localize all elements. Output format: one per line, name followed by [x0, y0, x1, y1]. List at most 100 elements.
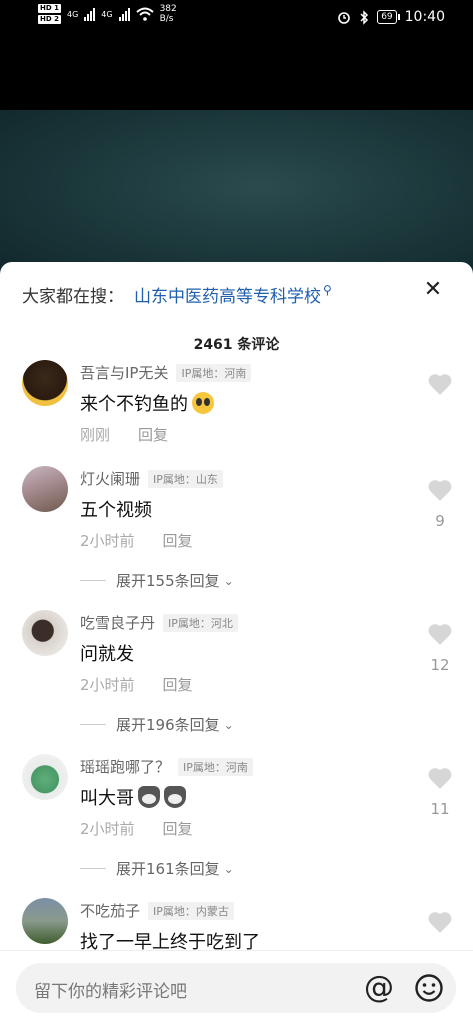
- heart-icon: [428, 912, 452, 933]
- avatar[interactable]: [22, 610, 68, 656]
- avatar[interactable]: [22, 898, 68, 944]
- like-button[interactable]: [427, 910, 453, 938]
- heart-icon: [428, 480, 452, 501]
- username[interactable]: 吃雪良子丹: [80, 612, 155, 633]
- reply-button[interactable]: 回复: [163, 818, 193, 839]
- ip-location: IP属地：河北: [163, 613, 238, 632]
- ip-location: IP属地：河南: [176, 363, 252, 382]
- reply-button[interactable]: 回复: [163, 530, 193, 551]
- close-icon[interactable]: ✕: [419, 276, 447, 304]
- hd2-badge: HD 2: [38, 15, 61, 24]
- video-top-bar: [0, 36, 473, 110]
- username[interactable]: 不吃茄子: [80, 900, 140, 921]
- search-suggestion-link[interactable]: 山东中医药高等专科学校: [134, 282, 321, 307]
- like-count: 12: [430, 656, 450, 674]
- comment-text: 问就发: [80, 644, 134, 665]
- ip-location: IP属地：河南: [178, 757, 253, 776]
- like-button[interactable]: 9: [427, 478, 453, 530]
- avatar[interactable]: [22, 754, 68, 800]
- divider: [80, 580, 106, 581]
- video-player[interactable]: [0, 110, 473, 280]
- comment-text-row: 五个视频: [80, 496, 152, 522]
- comment-text-row: 叫大哥: [80, 784, 186, 810]
- like-button[interactable]: 11: [427, 766, 453, 818]
- comment-header: 瑶瑶跑哪了？ IP属地：河南: [80, 756, 253, 777]
- like-count: 9: [435, 512, 445, 530]
- dog-face-icon: [164, 786, 186, 808]
- status-bar: HD 1 HD 2 4G 4G 382 B/s 69 10:40: [0, 0, 473, 36]
- comment-input-bar: 留下你的精彩评论吧 @: [0, 950, 473, 1025]
- comment-header: 灯火阑珊 IP属地：山东: [80, 468, 223, 489]
- chevron-down-icon: ⌄: [223, 861, 234, 876]
- ip-location: IP属地：内蒙古: [148, 901, 234, 920]
- comment-text: 来个不钓鱼的: [80, 394, 188, 415]
- heart-icon: [428, 374, 452, 395]
- comment-item: 吃雪良子丹 IP属地：河北 问就发 2小时前 回复 展开196条回复 ⌄ 12: [0, 608, 473, 752]
- like-button[interactable]: 12: [427, 622, 453, 674]
- comment-header: 不吃茄子 IP属地：内蒙古: [80, 900, 234, 921]
- like-button[interactable]: [427, 372, 453, 400]
- comment-list: 吾言与IP无关 IP属地：河南 来个不钓鱼的 刚刚 回复 灯火阑珊 IP属地：山…: [0, 358, 473, 1024]
- status-left: HD 1 HD 2 4G 4G 382 B/s: [38, 4, 177, 24]
- username[interactable]: 瑶瑶跑哪了？: [80, 756, 170, 777]
- crying-face-icon: [192, 392, 214, 414]
- signal-icon: [84, 7, 96, 21]
- comment-meta: 2小时前 回复: [80, 674, 193, 695]
- like-count: 11: [430, 800, 450, 818]
- wifi-icon: [135, 7, 154, 21]
- comment-text: 五个视频: [80, 500, 152, 521]
- alarm-icon: [338, 12, 350, 24]
- comment-meta: 2小时前 回复: [80, 818, 193, 839]
- hd-indicators: HD 1 HD 2: [38, 4, 61, 24]
- hd1-badge: HD 1: [38, 4, 61, 13]
- avatar[interactable]: [22, 360, 68, 406]
- username[interactable]: 灯火阑珊: [80, 468, 140, 489]
- expand-replies-button[interactable]: 展开155条回复 ⌄: [80, 570, 234, 591]
- emoji-icon[interactable]: [414, 973, 444, 1003]
- ip-location: IP属地：山东: [148, 469, 223, 488]
- divider: [80, 868, 106, 869]
- status-right: 69 10:40: [337, 9, 445, 25]
- speed-value: 382: [159, 4, 177, 14]
- comment-input[interactable]: 留下你的精彩评论吧 @: [16, 963, 456, 1013]
- divider: [80, 724, 106, 725]
- expand-replies-button[interactable]: 展开161条回复 ⌄: [80, 858, 234, 879]
- trending-search: 大家都在搜： 山东中医药高等专科学校 ⚲: [22, 282, 332, 308]
- heart-icon: [428, 624, 452, 645]
- signal-icon-2: [118, 7, 130, 21]
- reply-button[interactable]: 回复: [163, 674, 193, 695]
- comment-count: 2461 条评论: [193, 337, 280, 353]
- expand-replies-button[interactable]: 展开196条回复 ⌄: [80, 714, 234, 735]
- comment-header: 吾言与IP无关 IP属地：河南: [80, 362, 252, 383]
- comment-header: 吃雪良子丹 IP属地：河北: [80, 612, 238, 633]
- network-speed: 382 B/s: [160, 4, 177, 24]
- network-type-2: 4G: [101, 9, 113, 19]
- comment-text-row: 来个不钓鱼的: [80, 390, 214, 416]
- comment-text-row: 问就发: [80, 640, 134, 666]
- comment-item: 灯火阑珊 IP属地：山东 五个视频 2小时前 回复 展开155条回复 ⌄ 9: [0, 464, 473, 608]
- heart-icon: [428, 768, 452, 789]
- reply-button[interactable]: 回复: [138, 424, 168, 445]
- comment-meta: 刚刚 回复: [80, 424, 168, 445]
- network-type-1: 4G: [66, 9, 79, 19]
- chevron-down-icon: ⌄: [223, 573, 234, 588]
- comments-sheet: 大家都在搜： 山东中医药高等专科学校 ⚲ ✕ 2461 条评论 吾言与IP无关 …: [0, 262, 473, 1024]
- comment-item: 瑶瑶跑哪了？ IP属地：河南 叫大哥 2小时前 回复 展开161条回复 ⌄ 11: [0, 752, 473, 896]
- speed-unit: B/s: [159, 14, 174, 24]
- bluetooth-icon: [360, 9, 369, 25]
- clock: 10:40: [404, 9, 445, 25]
- mention-button[interactable]: @: [364, 971, 394, 1005]
- comment-time: 2小时前: [80, 532, 135, 550]
- comment-time: 2小时前: [80, 676, 135, 694]
- search-prefix: 大家都在搜：: [22, 287, 124, 307]
- search-icon: ⚲: [323, 282, 332, 297]
- username[interactable]: 吾言与IP无关: [80, 362, 168, 383]
- comment-time: 2小时前: [80, 820, 135, 838]
- chevron-down-icon: ⌄: [223, 717, 234, 732]
- expand-replies-label: 展开161条回复: [116, 860, 220, 878]
- battery-icon: 69: [377, 10, 401, 24]
- avatar[interactable]: [22, 466, 68, 512]
- dog-face-icon: [138, 786, 160, 808]
- comment-time: 刚刚: [80, 426, 111, 444]
- comment-text: 叫大哥: [80, 788, 134, 809]
